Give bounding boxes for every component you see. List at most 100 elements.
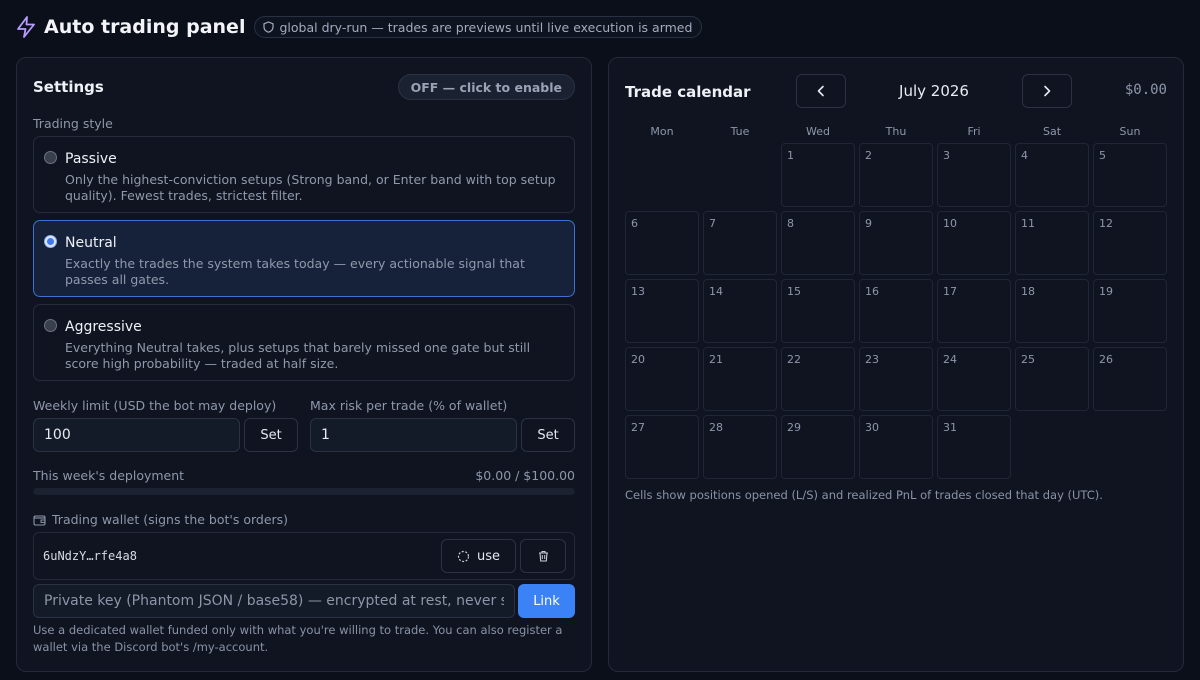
calendar-day-cell[interactable]: 24	[937, 347, 1011, 411]
day-number: 23	[865, 353, 879, 366]
calendar-day-cell[interactable]: 23	[859, 347, 933, 411]
day-number: 29	[787, 421, 801, 434]
deployment-progress-bar	[33, 488, 575, 495]
calendar-day-cell[interactable]: 14	[703, 279, 777, 343]
day-number: 7	[709, 217, 716, 230]
calendar-day-cell[interactable]: 22	[781, 347, 855, 411]
settings-panel: Settings OFF — click to enable Trading s…	[16, 57, 592, 672]
day-number: 9	[865, 217, 872, 230]
calendar-day-cell[interactable]: 16	[859, 279, 933, 343]
day-number: 22	[787, 353, 801, 366]
day-number: 20	[631, 353, 645, 366]
weekday-header: Tue	[730, 125, 750, 138]
calendar-day-cell[interactable]: 10	[937, 211, 1011, 275]
chevron-right-icon	[1044, 85, 1051, 97]
month-pnl-total: $0.00	[1124, 82, 1167, 98]
calendar-day-cell[interactable]: 8	[781, 211, 855, 275]
calendar-day-cell[interactable]: 6	[625, 211, 699, 275]
calendar-day-cell[interactable]: 30	[859, 415, 933, 479]
deployment-label: This week's deployment	[33, 468, 185, 483]
max-risk-input[interactable]	[310, 418, 517, 452]
calendar-day-cell[interactable]: 20	[625, 347, 699, 411]
calendar-day-cell[interactable]: 9	[859, 211, 933, 275]
prev-month-button[interactable]	[796, 74, 846, 108]
calendar-day-cell[interactable]: 18	[1015, 279, 1089, 343]
calendar-day-cell[interactable]: 4	[1015, 143, 1089, 207]
weekly-limit-label: Weekly limit (USD the bot may deploy)	[33, 398, 277, 413]
weekday-header: Thu	[885, 125, 907, 138]
day-number: 16	[865, 285, 879, 298]
day-number: 11	[1021, 217, 1035, 230]
trading-style-option-neutral[interactable]: Neutral Exactly the trades the system tak…	[33, 220, 575, 297]
day-number: 14	[709, 285, 723, 298]
wallet-label: Trading wallet (signs the bot's orders)	[33, 512, 288, 527]
calendar-title: Trade calendar	[625, 83, 751, 101]
trading-style-option-aggressive[interactable]: Aggressive Everything Neutral takes, plus…	[33, 304, 575, 381]
trading-style-option-passive[interactable]: Passive Only the highest-conviction setup…	[33, 136, 575, 213]
calendar-day-cell[interactable]: 25	[1015, 347, 1089, 411]
wallet-row: 6uNdzY…rfe4a8 use	[33, 532, 575, 580]
current-month: July 2026	[899, 82, 969, 100]
day-number: 18	[1021, 285, 1035, 298]
calendar-day-cell[interactable]: 2	[859, 143, 933, 207]
page-header: Auto trading panel global dry-run — trad…	[16, 14, 703, 40]
day-number: 19	[1099, 285, 1113, 298]
calendar-day-cell[interactable]: 29	[781, 415, 855, 479]
calendar-day-cell[interactable]: 12	[1093, 211, 1167, 275]
day-number: 25	[1021, 353, 1035, 366]
deployment-value: $0.00 / $100.00	[475, 468, 575, 483]
trading-style-description: Everything Neutral takes, plus setups th…	[65, 340, 531, 371]
link-wallet-button[interactable]: Link	[518, 584, 575, 618]
calendar-day-cell[interactable]: 31	[937, 415, 1011, 479]
calendar-day-cell[interactable]: 5	[1093, 143, 1167, 207]
calendar-panel: Trade calendar July 2026 $0.00 Mon Tue Wed…	[608, 57, 1184, 672]
day-number: 12	[1099, 217, 1113, 230]
weekday-header: Mon	[650, 125, 674, 138]
calendar-day-cell[interactable]: 11	[1015, 211, 1089, 275]
private-key-input[interactable]	[33, 584, 515, 618]
day-number: 10	[943, 217, 957, 230]
next-month-button[interactable]	[1022, 74, 1072, 108]
day-number: 2	[865, 149, 872, 162]
set-max-risk-button[interactable]: Set	[521, 418, 575, 452]
calendar-day-cell[interactable]: 15	[781, 279, 855, 343]
delete-wallet-button[interactable]	[520, 539, 566, 573]
weekday-header: Fri	[967, 125, 981, 138]
calendar-day-cell[interactable]: 13	[625, 279, 699, 343]
day-number: 1	[787, 149, 794, 162]
calendar-day-cell[interactable]: 21	[703, 347, 777, 411]
trading-style-description: Only the highest-conviction setups (Stro…	[65, 172, 556, 203]
calendar-day-cell[interactable]: 26	[1093, 347, 1167, 411]
shield-icon	[263, 21, 275, 33]
wallet-label-text: Trading wallet (signs the bot's orders)	[52, 512, 289, 527]
day-number: 6	[631, 217, 638, 230]
calendar-day-cell[interactable]: 17	[937, 279, 1011, 343]
calendar-day-cell[interactable]: 3	[937, 143, 1011, 207]
radio-button[interactable]	[44, 151, 57, 164]
calendar-day-cell[interactable]: 19	[1093, 279, 1167, 343]
wallet-icon	[33, 514, 46, 526]
use-wallet-button[interactable]: use	[441, 539, 516, 573]
calendar-day-cell[interactable]: 28	[703, 415, 777, 479]
day-number: 26	[1099, 353, 1113, 366]
calendar-day-cell[interactable]: 7	[703, 211, 777, 275]
day-number: 30	[865, 421, 879, 434]
refresh-icon	[457, 550, 470, 562]
day-number: 15	[787, 285, 801, 298]
trading-style-name: Aggressive	[65, 319, 142, 335]
weekday-header: Sun	[1119, 125, 1141, 138]
radio-button[interactable]	[44, 235, 57, 248]
day-number: 24	[943, 353, 957, 366]
day-number: 28	[709, 421, 723, 434]
weekday-header: Sat	[1042, 125, 1062, 138]
set-weekly-limit-button[interactable]: Set	[244, 418, 298, 452]
calendar-day-cell[interactable]: 27	[625, 415, 699, 479]
trading-style-description: Exactly the trades the system takes toda…	[65, 256, 525, 287]
weekly-limit-input[interactable]	[33, 418, 240, 452]
day-number: 13	[631, 285, 645, 298]
lightning-icon	[17, 16, 35, 38]
enable-toggle-button[interactable]: OFF — click to enable	[397, 74, 575, 100]
day-number: 21	[709, 353, 723, 366]
calendar-day-cell[interactable]: 1	[781, 143, 855, 207]
radio-button[interactable]	[44, 319, 57, 332]
